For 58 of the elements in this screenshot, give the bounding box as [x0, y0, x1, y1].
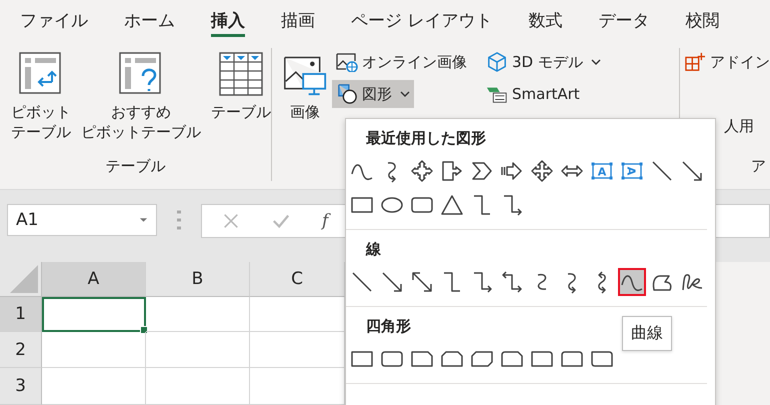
check-icon[interactable] [272, 212, 290, 230]
smartart-button[interactable]: SmartArt [482, 80, 584, 108]
row-header[interactable]: 2 [0, 332, 42, 368]
triangle-icon [440, 193, 464, 217]
ribbon-tab[interactable]: 挿入 [193, 0, 263, 40]
online-picture-button[interactable]: オンライン画像 [332, 48, 471, 76]
square-circle-icon [336, 84, 358, 104]
cell[interactable] [42, 368, 146, 405]
grip-dots-icon [177, 210, 181, 230]
ribbon-tab[interactable]: 描画 [263, 0, 333, 40]
table-icon [219, 52, 263, 96]
pivot-table-button[interactable]: ピボット テーブル [6, 48, 76, 157]
ribbon-tab[interactable]: 校閲 [667, 0, 738, 40]
pivot-table-question-icon [119, 52, 163, 96]
quad-arrow-icon [530, 159, 554, 183]
ribbon-tab[interactable]: 数式 [510, 0, 580, 40]
ribbon-tab[interactable]: ファイル [2, 0, 106, 40]
group-label: ア [751, 157, 767, 177]
column-header[interactable]: B [146, 262, 250, 297]
cube-icon [486, 52, 508, 72]
column-header[interactable]: C [250, 262, 345, 297]
picture-globe-icon [336, 52, 358, 72]
add-in-label[interactable]: アドイン [710, 52, 770, 72]
function-label[interactable]: f [322, 211, 328, 231]
ribbon-tab[interactable]: データ [580, 0, 668, 40]
section-title: 最近使用した図形 [366, 129, 486, 149]
line-double-arrow-icon [410, 270, 434, 294]
row-header[interactable]: 3 [0, 368, 42, 405]
ribbon-tab[interactable]: ホーム [106, 0, 193, 40]
cell[interactable] [42, 332, 146, 368]
cube-button[interactable]: 3D モデル [482, 48, 605, 76]
pivot-table-icon [19, 52, 63, 96]
tooltip: 曲線 [622, 316, 672, 351]
grid-plus-icon [684, 52, 706, 72]
name-box[interactable]: A1 [7, 204, 157, 236]
cell[interactable] [146, 332, 250, 368]
group-label: テーブル [104, 157, 166, 177]
elbow-double-arrow-icon [500, 270, 524, 294]
quad-arrow-callout-icon [410, 159, 434, 183]
cell[interactable] [146, 368, 250, 405]
recommended-pivot-button[interactable]: おすすめ ピボットテーブル [76, 48, 206, 157]
picture-button[interactable]: 画像 [278, 48, 332, 181]
shapes-button[interactable]: 図形 [332, 80, 414, 108]
section-title: 線 [366, 240, 381, 260]
line-arrow-icon [680, 159, 704, 183]
line-icon [350, 270, 374, 294]
arrow-callout-icon [440, 159, 464, 183]
section-title: 四角形 [366, 317, 411, 337]
row-header[interactable]: 1 [0, 297, 42, 332]
column-header[interactable]: A [42, 262, 146, 297]
line-arrow-icon [380, 270, 404, 294]
curve-shape-button[interactable] [618, 268, 646, 296]
cell[interactable] [146, 297, 250, 332]
active-cell[interactable] [42, 297, 146, 332]
add-in-label[interactable]: 人用 [724, 116, 754, 136]
ribbon-tab[interactable]: ページ レイアウト [333, 0, 510, 40]
line-icon [650, 159, 674, 183]
table-button[interactable]: テーブル [206, 48, 276, 157]
